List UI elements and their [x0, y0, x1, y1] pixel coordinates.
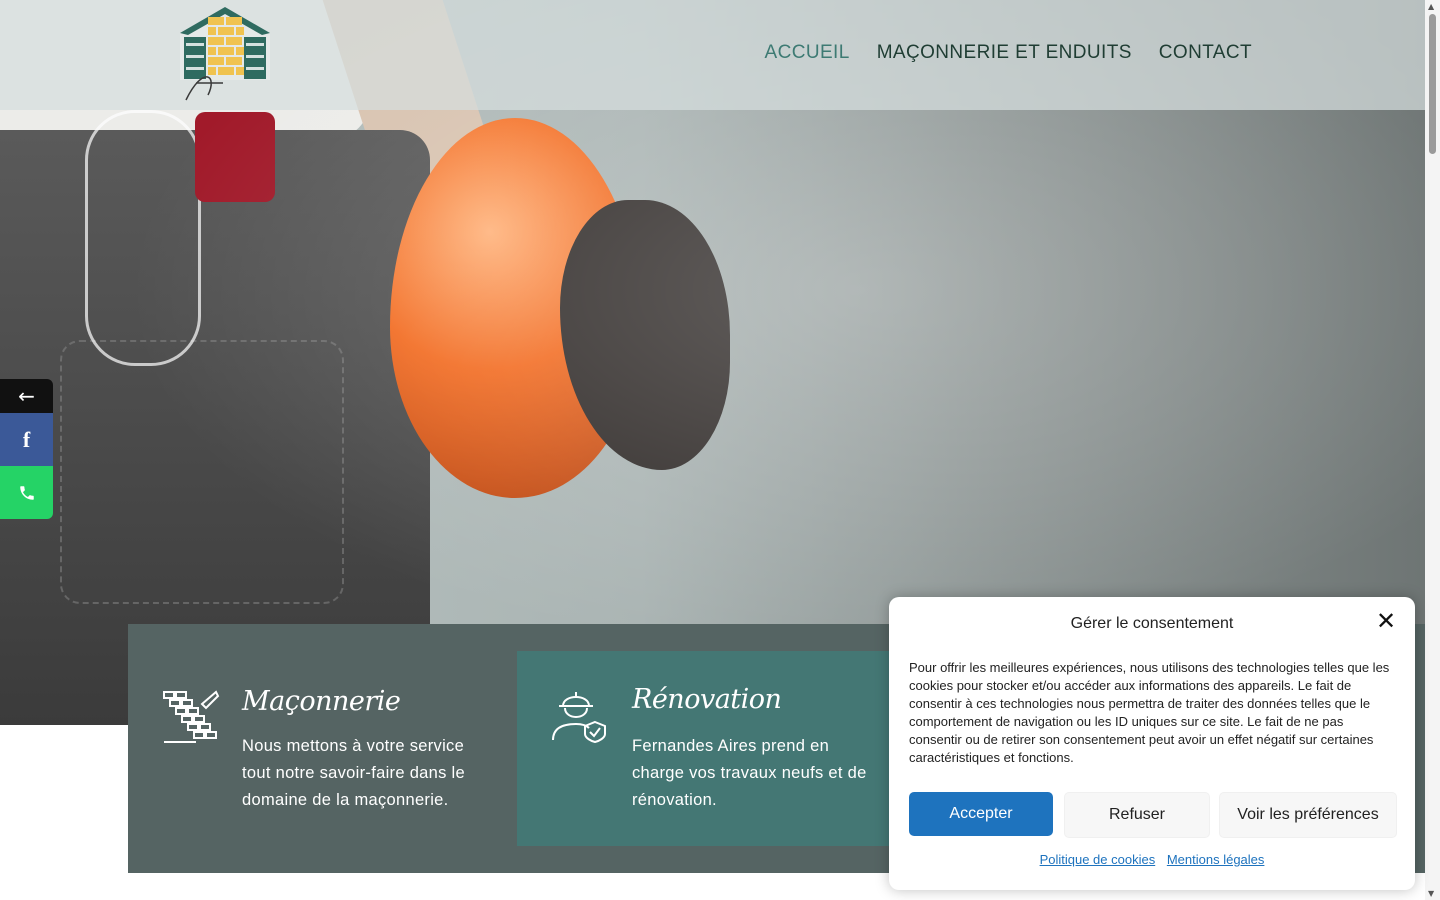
facebook-button[interactable]: f [0, 413, 53, 466]
scroll-down-icon[interactable]: ▼ [1428, 889, 1434, 898]
site-header: ACCUEIL MAÇONNERIE ET ENDUITS CONTACT [0, 0, 1425, 110]
close-icon[interactable]: ✕ [1376, 609, 1396, 633]
nav-accueil[interactable]: ACCUEIL [765, 42, 850, 64]
brick-wall-icon [162, 686, 222, 746]
collapse-social-button[interactable]: ← [0, 379, 53, 413]
cookie-consent-modal: Gérer le consentement ✕ Pour offrir les … [889, 597, 1415, 890]
accept-button[interactable]: Accepter [909, 792, 1053, 836]
arrow-left-icon: ← [18, 384, 35, 408]
house-brick-logo[interactable] [178, 5, 273, 105]
scrollbar-thumb[interactable] [1429, 14, 1436, 154]
phone-icon [19, 485, 34, 500]
social-sidebar: ← f [0, 379, 53, 519]
refuse-button[interactable]: Refuser [1064, 792, 1210, 838]
legal-notice-link[interactable]: Mentions légales [1167, 852, 1265, 867]
nav-maconnerie-enduits[interactable]: MAÇONNERIE ET ENDUITS [877, 42, 1132, 64]
preferences-button[interactable]: Voir les préférences [1219, 792, 1397, 838]
cookie-policy-link[interactable]: Politique de cookies [1040, 852, 1156, 867]
worker-helmet-icon [549, 684, 609, 744]
scroll-up-icon[interactable]: ▲ [1428, 2, 1434, 11]
service-title: Rénovation [632, 684, 782, 715]
page-scrollbar[interactable]: ▲ ▼ [1425, 0, 1440, 900]
main-nav: ACCUEIL MAÇONNERIE ET ENDUITS CONTACT [765, 42, 1252, 64]
phone-button[interactable] [0, 466, 53, 519]
service-title: Maçonnerie [242, 686, 401, 717]
service-card-renovation[interactable]: Rénovation Fernandes Aires prend en char… [517, 651, 906, 846]
cookie-links: Politique de cookies Mentions légales [889, 852, 1415, 867]
cookie-text: Pour offrir les meilleures expériences, … [909, 660, 1390, 765]
service-text: Nous mettons à votre service tout notre … [242, 737, 465, 809]
cookie-title: Gérer le consentement [1070, 615, 1234, 632]
facebook-icon: f [22, 426, 31, 452]
service-card-maconnerie[interactable]: Maçonnerie Nous mettons à votre service … [128, 624, 517, 819]
nav-contact[interactable]: CONTACT [1159, 42, 1252, 64]
service-text: Fernandes Aires prend en charge vos trav… [632, 737, 867, 809]
